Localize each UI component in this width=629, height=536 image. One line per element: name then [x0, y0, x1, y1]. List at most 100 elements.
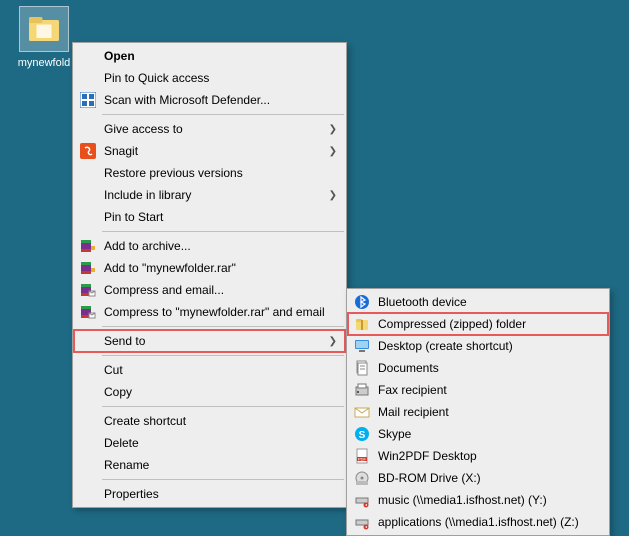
menu-item-label: Open — [104, 49, 337, 63]
menu-item-label: Restore previous versions — [104, 166, 337, 180]
menu-item-label: Pin to Quick access — [104, 71, 337, 85]
netdrive-icon — [352, 513, 372, 531]
menu-item-label: Pin to Start — [104, 210, 337, 224]
menu-item-label: Cut — [104, 363, 337, 377]
folder-icon — [19, 6, 69, 52]
menu-item[interactable]: Create shortcut — [74, 410, 345, 432]
blank-icon — [78, 47, 98, 65]
menu-item[interactable]: Add to archive... — [74, 235, 345, 257]
menu-item[interactable]: Delete — [74, 432, 345, 454]
menu-item[interactable]: Documents — [348, 357, 608, 379]
defender-icon — [78, 91, 98, 109]
menu-item-label: music (\\media1.isfhost.net) (Y:) — [378, 493, 600, 507]
menu-item[interactable]: Scan with Microsoft Defender... — [74, 89, 345, 111]
menu-item-label: Compressed (zipped) folder — [378, 317, 600, 331]
menu-item-label: Copy — [104, 385, 337, 399]
chevron-right-icon: ❯ — [329, 190, 337, 201]
menu-item[interactable]: Snagit ❯ — [74, 140, 345, 162]
menu-item-label: Documents — [378, 361, 600, 375]
desktop-folder[interactable]: mynewfold — [12, 6, 76, 69]
menu-item[interactable]: Pin to Start — [74, 206, 345, 228]
menu-separator — [102, 231, 344, 232]
blank-icon — [78, 383, 98, 401]
menu-item-label: BD-ROM Drive (X:) — [378, 471, 600, 485]
menu-item-label: Properties — [104, 487, 337, 501]
menu-separator — [102, 326, 344, 327]
menu-item[interactable]: Include in library ❯ — [74, 184, 345, 206]
menu-item[interactable]: Restore previous versions — [74, 162, 345, 184]
win2pdf-icon: PDF — [352, 447, 372, 465]
blank-icon — [78, 332, 98, 350]
desktop-icon — [352, 337, 372, 355]
menu-item-label: applications (\\media1.isfhost.net) (Z:) — [378, 515, 600, 529]
menu-item[interactable]: Compress and email... — [74, 279, 345, 301]
menu-item[interactable]: Rename — [74, 454, 345, 476]
blank-icon — [78, 186, 98, 204]
menu-item-label: Fax recipient — [378, 383, 600, 397]
blank-icon — [78, 485, 98, 503]
blank-icon — [78, 412, 98, 430]
menu-item[interactable]: Open — [74, 45, 345, 67]
context-menu-sendto: Bluetooth device Compressed (zipped) fold… — [346, 288, 610, 536]
menu-item[interactable]: Copy — [74, 381, 345, 403]
menu-item-label: Compress and email... — [104, 283, 337, 297]
menu-item-label: Snagit — [104, 144, 325, 158]
menu-item-label: Delete — [104, 436, 337, 450]
svg-text:PDF: PDF — [358, 457, 367, 462]
menu-separator — [102, 355, 344, 356]
rar-add-icon — [78, 237, 98, 255]
fax-icon — [352, 381, 372, 399]
documents-icon — [352, 359, 372, 377]
menu-item[interactable]: Mail recipient — [348, 401, 608, 423]
skype-icon: S — [352, 425, 372, 443]
menu-item[interactable]: Send to ❯ — [74, 330, 345, 352]
menu-item-label: Scan with Microsoft Defender... — [104, 93, 337, 107]
zip-icon — [352, 315, 372, 333]
menu-item[interactable]: Add to "mynewfolder.rar" — [74, 257, 345, 279]
blank-icon — [78, 456, 98, 474]
menu-item-label: Add to archive... — [104, 239, 337, 253]
menu-item-label: Win2PDF Desktop — [378, 449, 600, 463]
menu-item-label: Send to — [104, 334, 325, 348]
blank-icon — [78, 208, 98, 226]
menu-item[interactable]: PDF Win2PDF Desktop — [348, 445, 608, 467]
menu-item[interactable]: Cut — [74, 359, 345, 381]
menu-item-label: Bluetooth device — [378, 295, 600, 309]
chevron-right-icon: ❯ — [329, 146, 337, 157]
menu-item[interactable]: S Skype — [348, 423, 608, 445]
menu-item[interactable]: Compressed (zipped) folder — [348, 313, 608, 335]
menu-item[interactable]: Fax recipient — [348, 379, 608, 401]
blank-icon — [78, 164, 98, 182]
chevron-right-icon: ❯ — [329, 336, 337, 347]
mail-icon — [352, 403, 372, 421]
menu-item[interactable]: BD-ROM Drive (X:) — [348, 467, 608, 489]
blank-icon — [78, 120, 98, 138]
svg-text:S: S — [359, 430, 366, 441]
menu-item-label: Skype — [378, 427, 600, 441]
menu-separator — [102, 406, 344, 407]
menu-item[interactable]: Pin to Quick access — [74, 67, 345, 89]
menu-item[interactable]: Compress to "mynewfolder.rar" and email — [74, 301, 345, 323]
folder-label: mynewfold — [12, 57, 76, 69]
blank-icon — [78, 361, 98, 379]
blank-icon — [78, 69, 98, 87]
blank-icon — [78, 434, 98, 452]
menu-item-label: Give access to — [104, 122, 325, 136]
menu-item-label: Add to "mynewfolder.rar" — [104, 261, 337, 275]
menu-item[interactable]: Properties — [74, 483, 345, 505]
menu-item[interactable]: Desktop (create shortcut) — [348, 335, 608, 357]
netdrive-icon — [352, 491, 372, 509]
rar-mail-icon — [78, 281, 98, 299]
menu-item[interactable]: Bluetooth device — [348, 291, 608, 313]
rar-mail-icon — [78, 303, 98, 321]
menu-item[interactable]: Give access to❯ — [74, 118, 345, 140]
menu-item[interactable]: applications (\\media1.isfhost.net) (Z:) — [348, 511, 608, 533]
context-menu-main: Open Pin to Quick access Scan with Microso… — [72, 42, 347, 508]
menu-separator — [102, 114, 344, 115]
rar-add-icon — [78, 259, 98, 277]
menu-item[interactable]: music (\\media1.isfhost.net) (Y:) — [348, 489, 608, 511]
menu-item-label: Compress to "mynewfolder.rar" and email — [104, 305, 337, 319]
menu-item-label: Include in library — [104, 188, 325, 202]
menu-item-label: Create shortcut — [104, 414, 337, 428]
menu-item-label: Mail recipient — [378, 405, 600, 419]
